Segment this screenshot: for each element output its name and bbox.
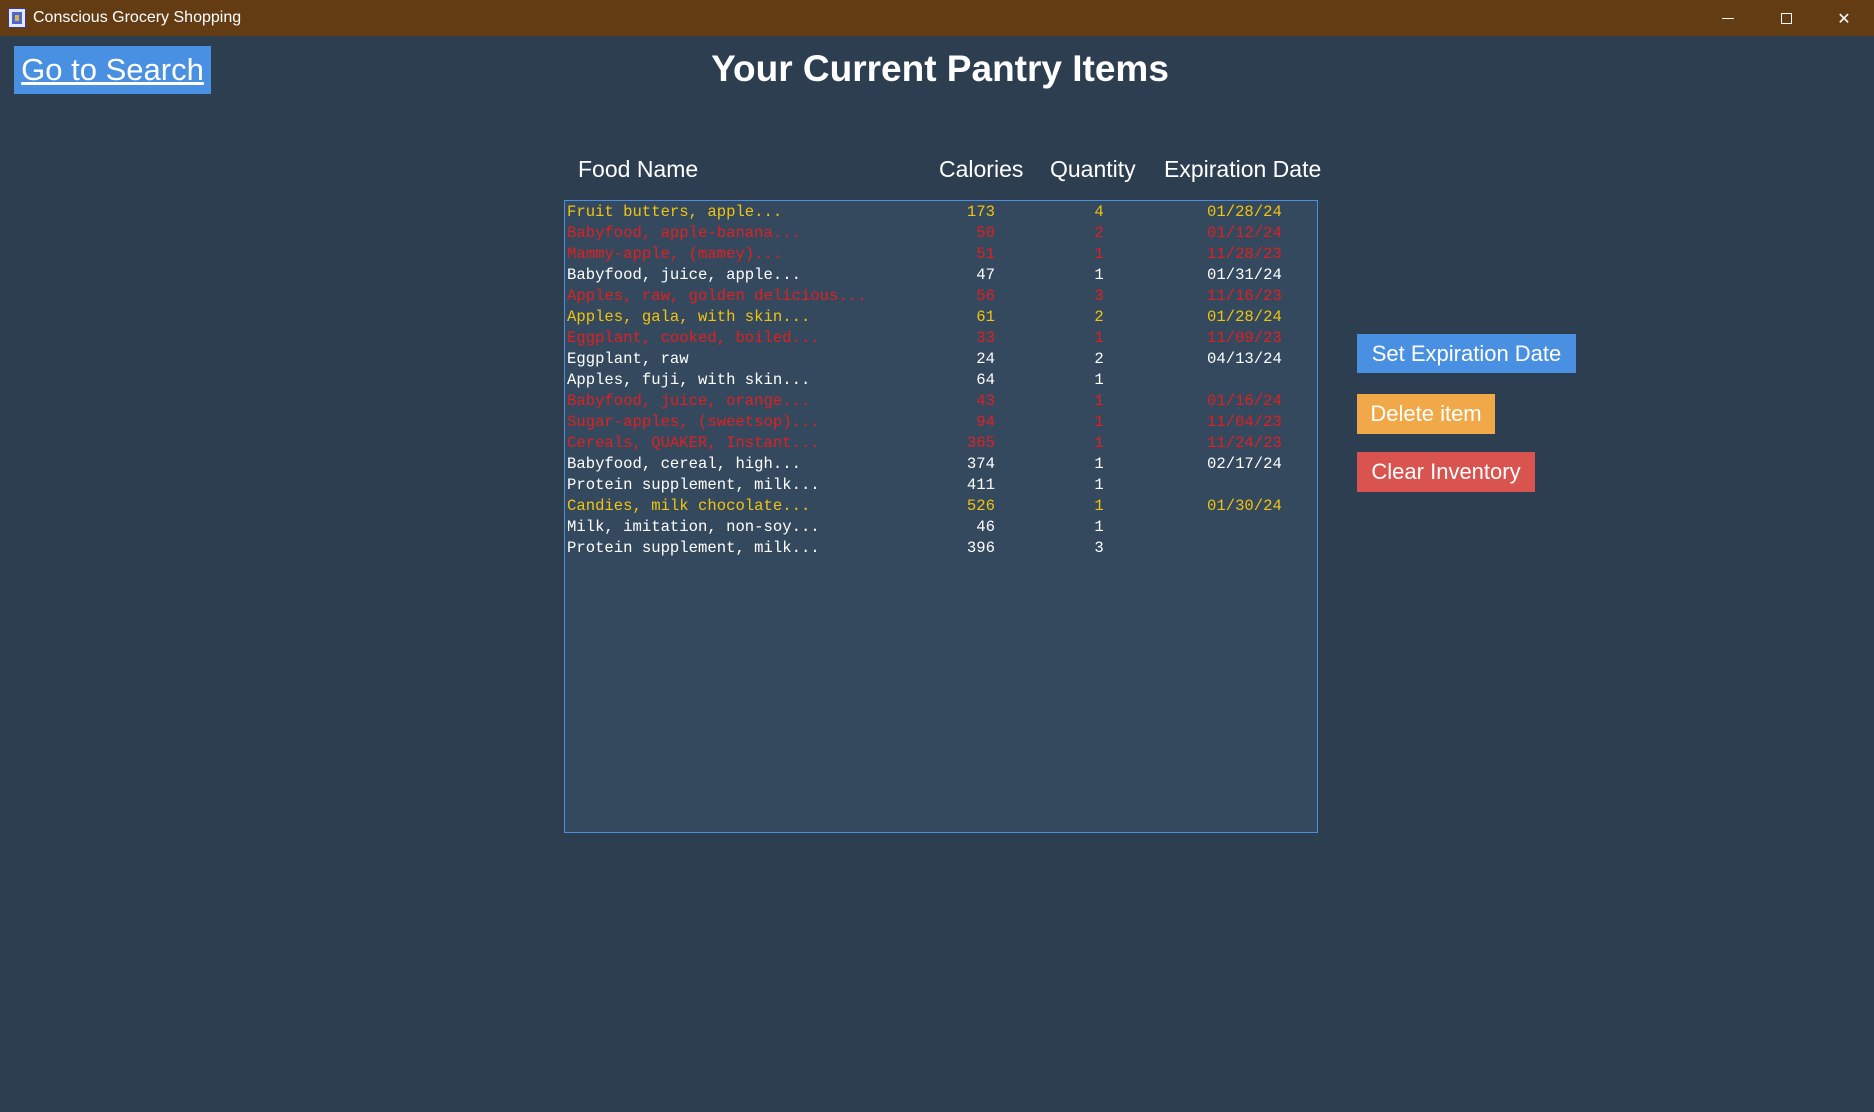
item-expiration: 11/04/23 [1207,413,1282,431]
page-title: Your Current Pantry Items [711,48,1169,89]
item-expiration: 11/24/23 [1207,434,1282,452]
list-item[interactable]: Fruit butters, apple... 173 4 01/28/24 [565,201,1317,222]
item-name: Fruit butters, apple... [567,203,783,221]
item-expiration: 01/28/24 [1207,203,1282,221]
minimize-button[interactable] [1699,0,1757,36]
item-name: Mammy-apple, (mamey)... [567,245,783,263]
window-title: Conscious Grocery Shopping [33,9,242,26]
minimize-icon [1722,17,1734,19]
item-quantity: 1 [1094,518,1104,536]
list-item[interactable]: Milk, imitation, non-soy... 46 1 [565,516,1317,537]
item-expiration: 11/28/23 [1207,245,1282,263]
item-quantity: 1 [1094,392,1104,410]
item-quantity: 1 [1094,266,1104,284]
item-name: Babyfood, apple-banana... [567,224,801,242]
item-quantity: 3 [1094,287,1104,305]
item-calories: 64 [976,371,995,389]
item-name: Milk, imitation, non-soy... [567,518,820,536]
item-quantity: 2 [1094,308,1104,326]
item-name: Apples, raw, golden delicious... [567,287,867,305]
item-calories: 47 [976,266,995,284]
item-name: Protein supplement, milk... [567,476,820,494]
column-header-expiration-date: Expiration Date [1164,156,1322,182]
item-expiration: 04/13/24 [1207,350,1282,368]
item-expiration: 01/28/24 [1207,308,1282,326]
item-expiration: 11/09/23 [1207,329,1282,347]
item-name: Babyfood, juice, orange... [567,392,811,410]
item-quantity: 1 [1094,371,1104,389]
item-quantity: 1 [1094,476,1104,494]
item-calories: 46 [976,518,995,536]
item-name: Cereals, QUAKER, Instant... [567,434,820,452]
item-name: Eggplant, cooked, boiled... [567,329,820,347]
item-name: Sugar-apples, (sweetsop)... [567,413,820,431]
item-expiration: 01/16/24 [1207,392,1282,410]
list-item[interactable]: Apples, gala, with skin... 61 2 01/28/24 [565,306,1317,327]
item-quantity: 1 [1094,413,1104,431]
delete-item-button[interactable]: Delete item [1357,394,1495,434]
column-header-food-name: Food Name [578,156,699,182]
item-calories: 56 [976,287,995,305]
list-item[interactable]: Babyfood, cereal, high... 374 1 02/17/24 [565,453,1317,474]
maximize-button[interactable] [1757,0,1815,36]
list-item[interactable]: Protein supplement, milk... 396 3 [565,537,1317,558]
item-calories: 33 [976,329,995,347]
item-expiration: 11/16/23 [1207,287,1282,305]
item-calories: 411 [966,476,995,494]
clear-inventory-button[interactable]: Clear Inventory [1357,452,1535,492]
item-expiration: 01/30/24 [1207,497,1282,515]
item-calories: 50 [976,224,995,242]
item-quantity: 4 [1094,203,1104,221]
column-header-quantity: Quantity [1050,156,1136,182]
item-quantity: 1 [1094,497,1104,515]
item-calories: 526 [966,497,995,515]
item-calories: 94 [976,413,995,431]
title-bar: Conscious Grocery Shopping ✕ [0,0,1874,36]
item-calories: 24 [976,350,995,368]
list-item[interactable]: Apples, fuji, with skin... 64 1 [565,369,1317,390]
list-item[interactable]: Protein supplement, milk... 411 1 [565,474,1317,495]
set-expiration-date-button[interactable]: Set Expiration Date [1357,334,1576,373]
item-calories: 374 [966,455,995,473]
item-quantity: 1 [1094,329,1104,347]
pantry-items-list[interactable]: Fruit butters, apple... 173 4 01/28/24 Babyf… [564,200,1318,833]
list-item[interactable]: Eggplant, raw 24 2 04/13/24 [565,348,1317,369]
item-name: Apples, gala, with skin... [567,308,811,326]
list-item[interactable]: Babyfood, juice, apple... 47 1 01/31/24 [565,264,1317,285]
item-name: Babyfood, juice, apple... [567,266,801,284]
item-calories: 61 [976,308,995,326]
item-quantity: 1 [1094,434,1104,452]
item-quantity: 2 [1094,350,1104,368]
close-icon: ✕ [1837,8,1851,28]
item-name: Babyfood, cereal, high... [567,455,801,473]
item-calories: 51 [976,245,995,263]
list-item[interactable]: Cereals, QUAKER, Instant... 365 1 11/24/23 [565,432,1317,453]
list-item[interactable]: Sugar-apples, (sweetsop)... 94 1 11/04/23 [565,411,1317,432]
list-item[interactable]: Apples, raw, golden delicious... 56 3 11/16… [565,285,1317,306]
item-quantity: 1 [1094,245,1104,263]
item-calories: 173 [966,203,995,221]
list-item[interactable]: Candies, milk chocolate... 526 1 01/30/24 [565,495,1317,516]
list-item[interactable]: Mammy-apple, (mamey)... 51 1 11/28/23 [565,243,1317,264]
item-expiration: 01/31/24 [1207,266,1282,284]
item-expiration: 01/12/24 [1207,224,1282,242]
list-item[interactable]: Babyfood, apple-banana... 50 2 01/12/24 [565,222,1317,243]
item-name: Candies, milk chocolate... [567,497,811,515]
item-calories: 396 [966,539,995,557]
list-item[interactable]: Babyfood, juice, orange... 43 1 01/16/24 [565,390,1317,411]
item-quantity: 2 [1094,224,1104,242]
app-icon [8,8,26,28]
item-name: Eggplant, raw [567,350,689,368]
close-button[interactable]: ✕ [1815,0,1873,36]
item-quantity: 1 [1094,455,1104,473]
item-calories: 43 [976,392,995,410]
item-calories: 365 [966,434,995,452]
item-name: Protein supplement, milk... [567,539,820,557]
item-quantity: 3 [1094,539,1104,557]
list-item[interactable]: Eggplant, cooked, boiled... 33 1 11/09/23 [565,327,1317,348]
item-name: Apples, fuji, with skin... [567,371,811,389]
item-expiration: 02/17/24 [1207,455,1282,473]
column-header-calories: Calories [939,156,1024,182]
maximize-icon [1780,12,1792,24]
